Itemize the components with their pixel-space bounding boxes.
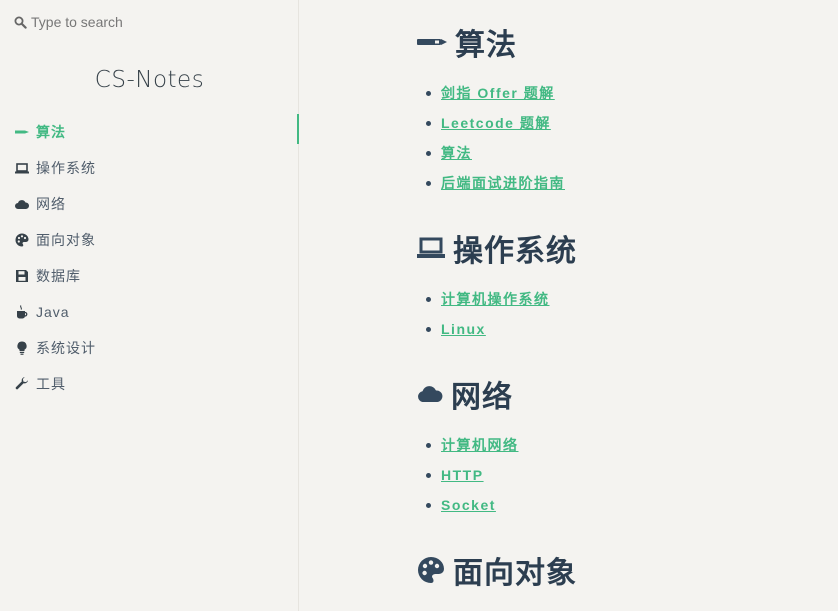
sidebar: CS-Notes 算法 操作系统 网络 面向对象 — [0, 0, 299, 611]
sidebar-item-network[interactable]: 网络 — [15, 186, 299, 222]
cloud-icon — [15, 197, 29, 211]
search-bar[interactable] — [14, 12, 284, 32]
section-title: 面向对象 — [453, 557, 577, 590]
sidebar-item-database[interactable]: 数据库 — [15, 258, 299, 294]
wrench-icon — [15, 377, 29, 391]
link-list: 计算机操作系统 Linux — [417, 284, 577, 344]
list-item: HTTP — [426, 460, 519, 490]
cloud-icon — [417, 386, 443, 402]
section-network: 网络 计算机网络 HTTP Socket — [417, 374, 519, 520]
section-algorithms: 算法 剑指 Offer 题解 Leetcode 题解 算法 后端面试进阶指南 — [417, 22, 565, 198]
sidebar-item-label: 操作系统 — [36, 160, 96, 176]
section-oop: 面向对象 — [417, 550, 577, 590]
list-item: Socket — [426, 490, 519, 520]
pen-icon — [15, 125, 29, 139]
sidebar-item-label: 网络 — [36, 196, 66, 212]
link-algorithms[interactable]: 算法 — [441, 143, 472, 163]
section-heading: 算法 — [417, 22, 565, 62]
sidebar-item-operating-system[interactable]: 操作系统 — [15, 150, 299, 186]
app-name[interactable]: CS-Notes — [0, 67, 299, 93]
palette-icon — [15, 233, 29, 247]
link-list: 剑指 Offer 题解 Leetcode 题解 算法 后端面试进阶指南 — [417, 78, 565, 198]
search-icon — [14, 16, 27, 29]
link-linux[interactable]: Linux — [441, 321, 486, 337]
sidebar-nav: 算法 操作系统 网络 面向对象 数据库 Java 系统设计 工具 — [15, 114, 299, 402]
sidebar-item-label: 面向对象 — [36, 232, 96, 248]
sidebar-item-tools[interactable]: 工具 — [15, 366, 299, 402]
link-jianzhi-offer[interactable]: 剑指 Offer 题解 — [441, 83, 555, 103]
list-item: 算法 — [426, 138, 565, 168]
link-computer-network[interactable]: 计算机网络 — [441, 435, 519, 455]
list-item: 后端面试进阶指南 — [426, 168, 565, 198]
search-input[interactable] — [31, 14, 271, 30]
list-item: 计算机网络 — [426, 430, 519, 460]
lightbulb-icon — [15, 341, 29, 355]
laptop-icon — [417, 237, 445, 259]
link-leetcode[interactable]: Leetcode 题解 — [441, 113, 551, 133]
palette-icon — [417, 556, 445, 584]
list-item: 计算机操作系统 — [426, 284, 577, 314]
sidebar-item-label: 工具 — [36, 376, 66, 392]
section-title: 操作系统 — [453, 235, 577, 268]
section-heading: 面向对象 — [417, 550, 577, 590]
sidebar-item-label: 数据库 — [36, 268, 81, 284]
link-backend-interview-guide[interactable]: 后端面试进阶指南 — [441, 173, 565, 193]
sidebar-item-java[interactable]: Java — [15, 294, 299, 330]
list-item: Linux — [426, 314, 577, 344]
sidebar-item-label: Java — [36, 304, 70, 320]
link-computer-os[interactable]: 计算机操作系统 — [441, 289, 550, 309]
coffee-icon — [15, 305, 29, 319]
sidebar-item-system-design[interactable]: 系统设计 — [15, 330, 299, 366]
sidebar-item-oop[interactable]: 面向对象 — [15, 222, 299, 258]
link-list: 计算机网络 HTTP Socket — [417, 430, 519, 520]
link-socket[interactable]: Socket — [441, 497, 496, 513]
section-operating-system: 操作系统 计算机操作系统 Linux — [417, 228, 577, 344]
list-item: Leetcode 题解 — [426, 108, 565, 138]
laptop-icon — [15, 161, 29, 175]
floppy-disk-icon — [15, 269, 29, 283]
list-item: 剑指 Offer 题解 — [426, 78, 565, 108]
main-content: 算法 剑指 Offer 题解 Leetcode 题解 算法 后端面试进阶指南 操… — [300, 0, 838, 611]
link-http[interactable]: HTTP — [441, 467, 484, 483]
section-heading: 操作系统 — [417, 228, 577, 268]
sidebar-item-label: 算法 — [36, 124, 66, 140]
section-heading: 网络 — [417, 374, 519, 414]
pen-icon — [417, 36, 447, 48]
sidebar-item-label: 系统设计 — [36, 340, 96, 356]
section-title: 网络 — [451, 381, 513, 414]
sidebar-item-algorithms[interactable]: 算法 — [15, 114, 299, 150]
section-title: 算法 — [455, 29, 517, 62]
